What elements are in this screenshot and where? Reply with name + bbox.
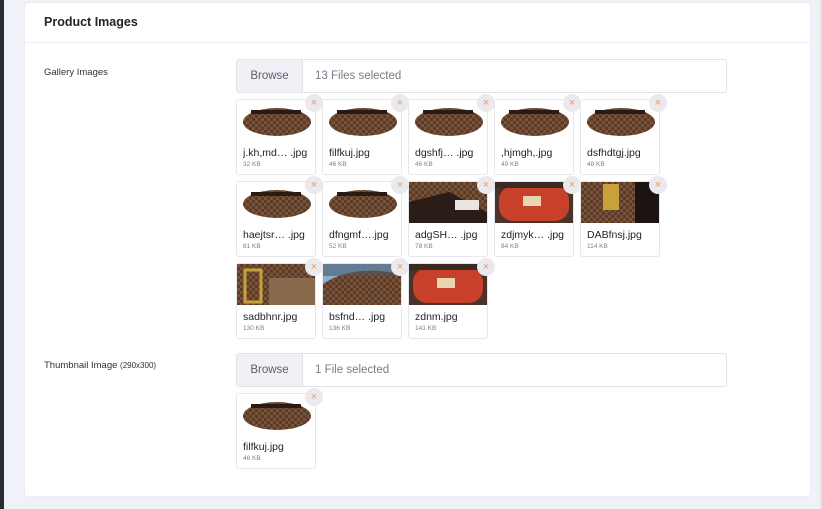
file-size: 114 KB (587, 243, 608, 250)
thumbnail-file-input[interactable]: Browse 1 File selected (236, 353, 727, 387)
remove-file-icon[interactable]: × (305, 176, 323, 194)
file-size: 32 KB (243, 161, 261, 168)
remove-file-icon[interactable]: × (563, 94, 581, 112)
file-size: 49 KB (501, 161, 519, 168)
file-size: 52 KB (329, 243, 347, 250)
section-title: Product Images (25, 3, 810, 43)
file-name: sadbhnr.jpg (243, 311, 298, 323)
file-name: ,hjmgh,.jpg (501, 147, 553, 159)
gallery-file-status: 13 Files selected (315, 70, 402, 82)
file-name: bsfnd… .jpg (329, 311, 386, 323)
bag-zipper-photo-icon (581, 182, 659, 223)
remove-file-icon[interactable]: × (305, 388, 323, 406)
file-name: filfkuj.jpg (243, 441, 284, 453)
brown-bag-photo-icon (237, 100, 315, 141)
file-preview-tile: zdnm.jpg 141 KB × (408, 258, 495, 339)
file-size: 136 KB (329, 325, 351, 332)
remove-file-icon[interactable]: × (391, 258, 409, 276)
file-preview-tile: dsfhdtgj.jpg 48 KB × (580, 94, 667, 175)
file-name: adgSH… .jpg (415, 229, 478, 241)
file-preview-tile: bsfnd… .jpg 136 KB × (322, 258, 409, 339)
file-name: zdjmyk… .jpg (501, 229, 565, 241)
remove-file-icon[interactable]: × (477, 258, 495, 276)
file-preview-tile: ,hjmgh,.jpg 49 KB × (494, 94, 581, 175)
file-name: dfngmf….jpg (329, 229, 389, 241)
file-preview-tile: DABfnsj.jpg 114 KB × (580, 176, 667, 257)
remove-file-icon[interactable]: × (305, 258, 323, 276)
file-size: 46 KB (243, 455, 261, 462)
remove-file-icon[interactable]: × (477, 176, 495, 194)
file-name: j.kh,md… .jpg (243, 147, 308, 159)
file-size: 61 KB (243, 243, 261, 250)
bag-strap-photo-icon (237, 264, 315, 305)
remove-file-icon[interactable]: × (391, 94, 409, 112)
red-lining-photo-icon (409, 264, 487, 305)
window-left-edge (0, 0, 4, 509)
file-name: filfkuj.jpg (329, 147, 370, 159)
gallery-images-label: Gallery Images (44, 67, 108, 78)
thumbnail-file-status: 1 File selected (315, 364, 390, 376)
product-images-card: Product Images Gallery Images Browse 13 … (24, 2, 811, 497)
remove-file-icon[interactable]: × (477, 94, 495, 112)
bag-fabric-photo-icon (323, 264, 401, 305)
file-size: 141 KB (415, 325, 437, 332)
file-preview-tile: zdjmyk… .jpg 84 KB × (494, 176, 581, 257)
file-preview-tile: filfkuj.jpg 46 KB × (236, 388, 323, 469)
thumbnail-size-hint: (290x300) (120, 361, 157, 370)
brown-bag-photo-icon (237, 182, 315, 223)
thumbnail-browse-button[interactable]: Browse (237, 354, 303, 386)
thumbnail-image-label: Thumbnail Image (290x300) (44, 360, 156, 371)
file-name: zdnm.jpg (415, 311, 458, 323)
file-size: 48 KB (587, 161, 605, 168)
file-size: 78 KB (415, 243, 433, 250)
remove-file-icon[interactable]: × (563, 176, 581, 194)
file-preview-tile: dfngmf….jpg 52 KB × (322, 176, 409, 257)
file-name: dgshfj… .jpg (415, 147, 474, 159)
gallery-browse-button[interactable]: Browse (237, 60, 303, 92)
bag-interior-photo-icon (409, 182, 487, 223)
file-preview-tile: adgSH… .jpg 78 KB × (408, 176, 495, 257)
gallery-file-input[interactable]: Browse 13 Files selected (236, 59, 727, 93)
thumbnail-label-text: Thumbnail Image (44, 360, 118, 371)
file-preview-tile: sadbhnr.jpg 130 KB × (236, 258, 323, 339)
red-lining-photo-icon (495, 182, 573, 223)
brown-bag-photo-icon (237, 394, 315, 435)
brown-bag-photo-icon (323, 100, 401, 141)
brown-bag-photo-icon (409, 100, 487, 141)
remove-file-icon[interactable]: × (305, 94, 323, 112)
file-size: 46 KB (329, 161, 347, 168)
file-preview-tile: j.kh,md… .jpg 32 KB × (236, 94, 323, 175)
remove-file-icon[interactable]: × (649, 94, 667, 112)
file-size: 130 KB (243, 325, 265, 332)
brown-bag-photo-icon (581, 100, 659, 141)
file-name: dsfhdtgj.jpg (587, 147, 641, 159)
file-preview-tile: haejtsr… .jpg 61 KB × (236, 176, 323, 257)
brown-bag-photo-icon (323, 182, 401, 223)
file-size: 84 KB (501, 243, 519, 250)
file-size: 46 KB (415, 161, 433, 168)
brown-bag-photo-icon (495, 100, 573, 141)
remove-file-icon[interactable]: × (649, 176, 667, 194)
remove-file-icon[interactable]: × (391, 176, 409, 194)
file-preview-tile: filfkuj.jpg 46 KB × (322, 94, 409, 175)
file-preview-tile: dgshfj… .jpg 46 KB × (408, 94, 495, 175)
file-name: DABfnsj.jpg (587, 229, 642, 241)
file-name: haejtsr… .jpg (243, 229, 305, 241)
